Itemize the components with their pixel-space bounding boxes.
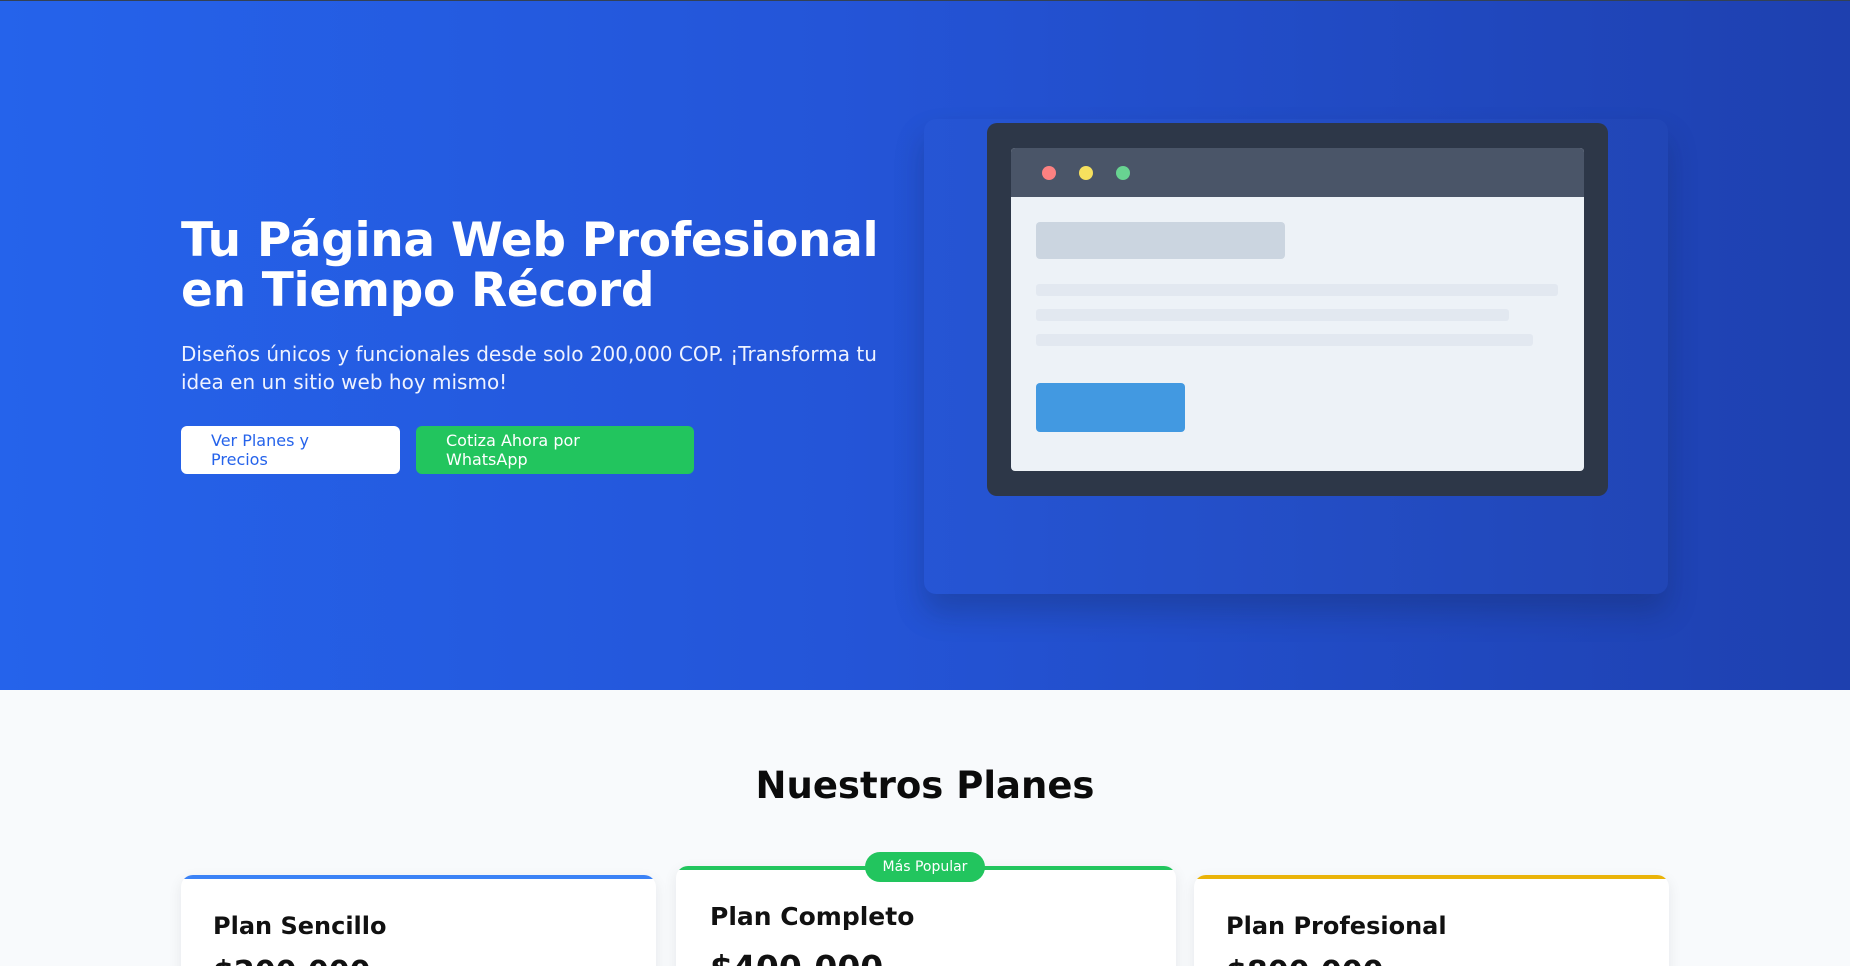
plan-price: $800,000 [1226,955,1384,966]
plan-price: $200,000 [213,955,371,966]
hero-subtitle: Diseños únicos y funcionales desde solo … [181,342,877,394]
plan-name: Plan Sencillo [213,912,387,940]
placeholder-text-line [1036,334,1533,346]
hero-text-block: Tu Página Web Profesional en Tiempo Réco… [181,216,911,474]
plans-title: Nuestros Planes [755,764,1095,807]
plan-name: Plan Profesional [1226,912,1447,940]
whatsapp-quote-button[interactable]: Cotiza Ahora por WhatsApp [416,426,694,474]
view-plans-button[interactable]: Ver Planes y Precios [181,426,400,474]
window-close-dot-icon [1042,166,1056,180]
popular-badge: Más Popular [865,852,985,882]
window-maximize-dot-icon [1116,166,1130,180]
placeholder-text-line [1036,284,1558,296]
plans-section: Nuestros Planes Más Popular Plan Sencill… [0,690,1850,966]
plan-price: $400,000 [710,948,883,966]
plan-name: Plan Completo [710,902,915,931]
plan-card-sencillo[interactable]: Plan Sencillo $200,000 [181,875,656,966]
placeholder-text-line [1036,309,1509,321]
window-minimize-dot-icon [1079,166,1093,180]
hero-title-line-1: Tu Página Web Profesional [181,213,879,268]
hero-buttons: Ver Planes y Precios Cotiza Ahora por Wh… [181,426,911,474]
placeholder-button [1036,383,1185,432]
hero-title: Tu Página Web Profesional en Tiempo Réco… [181,216,911,316]
plan-card-profesional[interactable]: Plan Profesional $800,000 [1194,875,1669,966]
hero-title-line-2: en Tiempo Récord [181,263,655,318]
browser-mockup-titlebar [1011,148,1584,197]
placeholder-heading [1036,222,1285,259]
browser-mockup-window [1011,148,1584,471]
hero-section: Tu Página Web Profesional en Tiempo Réco… [0,1,1850,690]
browser-mockup-frame [987,123,1608,496]
